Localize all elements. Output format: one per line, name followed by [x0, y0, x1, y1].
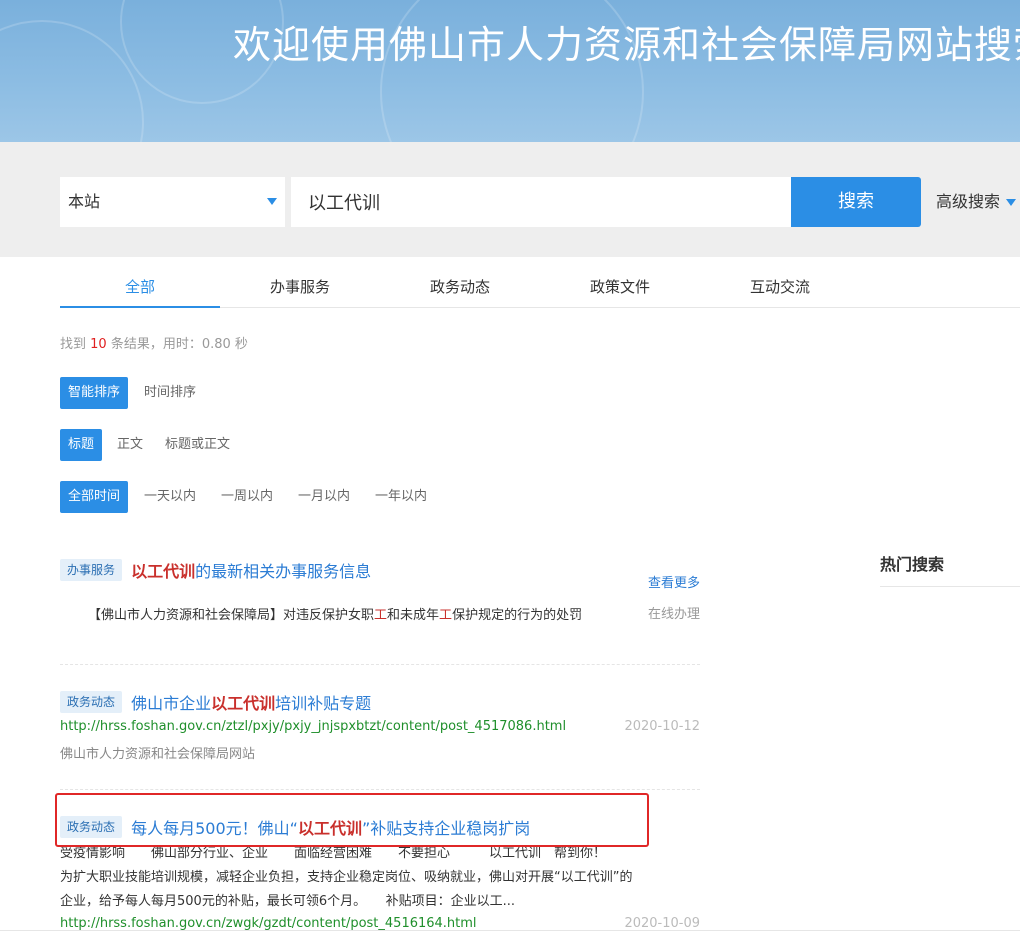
banner-title: 欢迎使用佛山市人力资源和社会保障局网站搜索平台	[233, 23, 1020, 67]
result-url[interactable]: http://hrss.foshan.gov.cn/ztzl/pxjy/pxjy…	[60, 719, 566, 734]
result-count-suffix: 条结果，用时：0.80 秒	[110, 337, 248, 352]
desc-text: 和未成年	[387, 608, 440, 623]
filter-time-sort[interactable]: 时间排序	[144, 377, 196, 409]
result-title-link[interactable]: 以工代训的最新相关办事服务信息	[131, 562, 371, 581]
desc-keyword: 工	[374, 608, 388, 623]
result-snippet: 受疫情影响 佛山部分行业、企业 面临经营困难 不要担心 以工代训 帮到你！ 为扩…	[60, 842, 700, 914]
tab-interaction[interactable]: 互动交流	[700, 265, 860, 306]
highlight-box	[55, 793, 649, 847]
filter-one-day[interactable]: 一天以内	[144, 481, 196, 513]
filter-smart-sort[interactable]: 智能排序	[60, 377, 129, 409]
scope-select[interactable]: 本站	[60, 177, 285, 227]
tab-news[interactable]: 政务动态	[380, 265, 540, 306]
caret-down-icon	[267, 198, 277, 205]
search-bar: 本站 搜索 高级搜索	[0, 142, 1020, 257]
desc-text: 保护规定的行为的处罚	[452, 608, 583, 623]
title-keyword: 以工代训	[211, 694, 276, 713]
advanced-search-toggle[interactable]: 高级搜索	[936, 177, 1017, 227]
snippet-line: 企业，给予每人每月500元的补贴，最长可领6个月。 补贴项目：企业以工...	[60, 894, 515, 909]
category-tabs: 全部 办事服务 政务动态 政策文件 互动交流	[60, 265, 1020, 308]
filter-body[interactable]: 正文	[117, 429, 143, 461]
hot-search-title: 热门搜索	[880, 555, 945, 574]
result-tag: 政务动态	[60, 691, 123, 713]
view-more-link[interactable]: 查看更多	[648, 572, 700, 591]
search-input[interactable]	[291, 177, 791, 227]
result-source: 佛山市人力资源和社会保障局网站	[60, 747, 256, 762]
filter-all-time[interactable]: 全部时间	[60, 481, 129, 513]
result-description[interactable]: 【佛山市人力资源和社会保障局】对违反保护女职工和未成年工保护规定的行为的处罚	[88, 604, 608, 628]
result-date: 2020-10-09	[624, 916, 700, 931]
snippet-line: 为扩大职业技能培训规模，减轻企业负担，支持企业稳定岗位、吸纳就业，佛山对开展“以…	[60, 870, 633, 885]
caret-down-icon	[1006, 199, 1017, 206]
filter-one-month[interactable]: 一月以内	[298, 481, 350, 513]
search-button[interactable]: 搜索	[791, 177, 921, 227]
filter-title-or-body[interactable]: 标题或正文	[165, 429, 230, 461]
result-item: 办事服务 以工代训的最新相关办事服务信息 查看更多 在线办理 【佛山市人力资源和…	[60, 558, 700, 658]
tab-services[interactable]: 办事服务	[220, 265, 380, 306]
title-text: 培训补贴专题	[275, 694, 372, 713]
result-divider	[60, 664, 700, 665]
desc-text: 【佛山市人力资源和社会保障局】对违反保护女职	[88, 608, 375, 623]
title-keyword: 以工代训	[131, 562, 196, 581]
hot-search-panel: 热门搜索	[880, 551, 1020, 587]
tab-policy[interactable]: 政策文件	[540, 265, 700, 306]
result-count-number: 10	[90, 337, 107, 352]
online-service-link[interactable]: 在线办理	[648, 603, 700, 622]
page-bottom-divider	[0, 930, 1020, 931]
result-title-link[interactable]: 佛山市企业以工代训培训补贴专题	[131, 694, 371, 713]
advanced-search-label: 高级搜索	[936, 192, 1001, 211]
filter-one-week[interactable]: 一周以内	[221, 481, 273, 513]
desc-keyword: 工	[439, 608, 453, 623]
title-text: 的最新相关办事服务信息	[195, 562, 372, 581]
result-date: 2020-10-12	[624, 719, 700, 734]
result-item: 政务动态 佛山市企业以工代训培训补贴专题 http://hrss.foshan.…	[60, 690, 700, 770]
title-text: 佛山市企业	[131, 694, 212, 713]
scope-value: 本站	[68, 192, 101, 211]
tab-all[interactable]: 全部	[60, 265, 220, 308]
filter-title[interactable]: 标题	[60, 429, 103, 461]
result-count-prefix: 找到	[60, 337, 87, 352]
result-tag: 办事服务	[60, 559, 123, 581]
result-url[interactable]: http://hrss.foshan.gov.cn/zwgk/gzdt/cont…	[60, 916, 477, 931]
site-banner: 欢迎使用佛山市人力资源和社会保障局网站搜索平台	[0, 0, 1020, 142]
result-count: 找到 10 条结果，用时：0.80 秒	[60, 333, 248, 352]
hot-search-divider	[880, 586, 1020, 587]
filter-one-year[interactable]: 一年以内	[375, 481, 427, 513]
result-divider	[60, 789, 700, 790]
